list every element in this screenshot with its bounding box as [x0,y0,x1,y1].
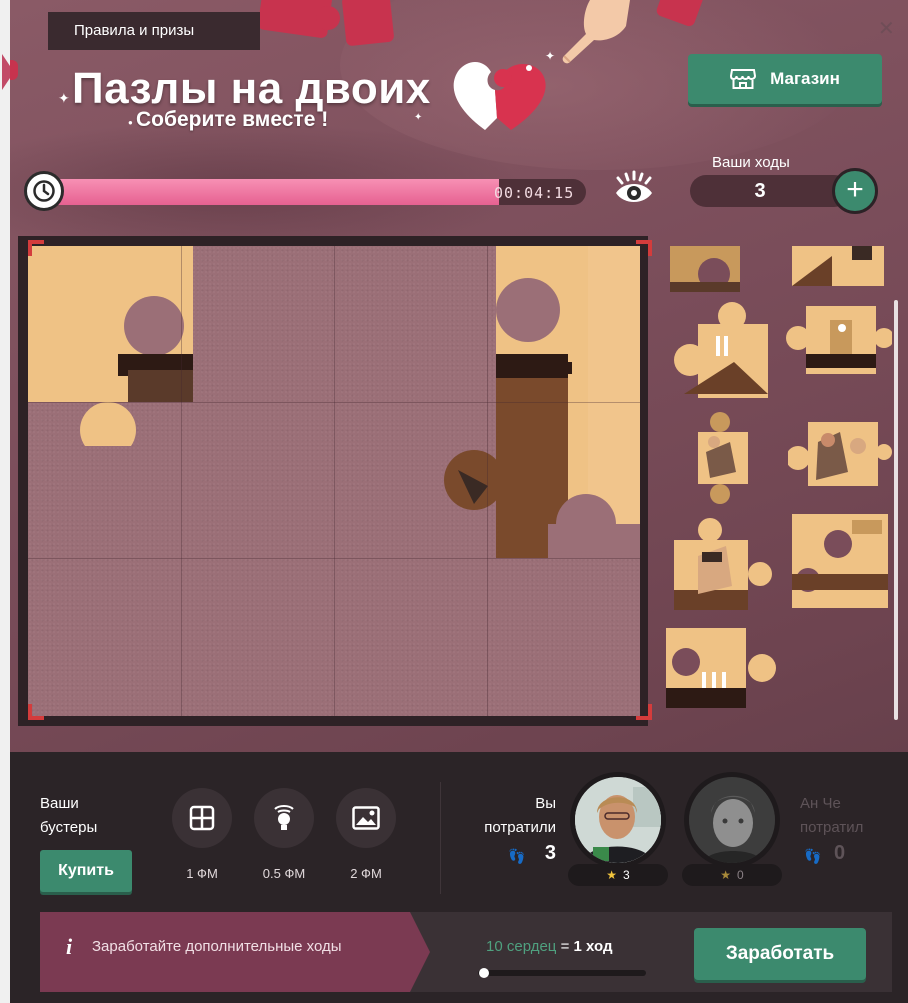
preview-eye-button[interactable] [610,167,658,211]
lightbulb-icon [274,805,294,830]
shop-button-label: Магазин [770,69,840,88]
placed-piece-top-right [444,246,640,558]
eye-icon [616,170,652,202]
hearts-progress-marker [479,968,489,978]
booster-picture-button[interactable] [336,788,396,848]
rules-and-prizes-tab[interactable]: Правила и призы [48,12,260,50]
placed-piece-top-left [28,246,193,446]
tray-piece[interactable] [786,306,892,386]
board-corner-marker [28,704,44,720]
hearts-rate-prefix: 10 сердец [486,938,557,955]
booster-grid-button[interactable] [172,788,232,848]
footprints-icon: 👣 [804,848,822,864]
picture-icon [352,806,380,830]
decor-puzzle-piece [341,0,395,47]
svg-text:✦: ✦ [545,49,555,63]
moves-label: Ваши ходы [712,154,790,171]
booster-hint-price: 0.5 ФМ [262,866,306,881]
player-stars-partner-value: 0 [737,868,744,882]
timer-progress-fill [40,179,499,205]
shop-store-icon [730,69,757,89]
grid-icon [189,805,215,831]
left-edge [0,0,10,1003]
panel-divider [440,782,441,894]
timer-text: 00:04:15 [494,184,575,202]
player-avatar-you[interactable] [570,772,666,868]
grid-line [28,402,640,403]
plus-icon: + [846,173,864,206]
grid-line [181,246,182,716]
sparkle-icon: ● [128,118,133,127]
decor-puzzle-piece [10,60,18,80]
game-subtitle: Соберите вместе ! [136,108,329,131]
earn-moves-text: Заработайте дополнительные ходы [92,938,342,955]
star-icon: ★ [606,868,618,882]
booster-hint-button[interactable] [254,788,314,848]
hearts-rate-suffix: 1 ход [573,938,613,955]
heart-puzzle-logo: ✦ [453,49,555,130]
partner-spent-count: 0 [834,842,846,864]
star-icon: ★ [720,868,732,882]
buy-boosters-button[interactable]: Купить [40,850,132,892]
add-moves-button[interactable]: + [832,168,878,214]
you-spent-label: Вы потратили [484,795,556,836]
player-stars-partner: ★ 0 [682,864,782,886]
tray-piece[interactable] [670,246,750,292]
tray-piece[interactable] [788,422,892,492]
puzzle-board[interactable] [28,246,640,716]
piece-tray[interactable] [656,246,892,726]
pointing-hand-illustration [562,0,630,64]
sparkle-icon: ✦ [58,90,70,106]
boosters-label: Ваши бустеры [40,795,98,836]
player-stars-you-value: 3 [623,868,630,882]
tray-piece[interactable] [668,516,772,614]
hearts-rate-equals: = [560,938,570,955]
tray-piece[interactable] [792,246,892,292]
hearts-rate: 10 сердец = 1 ход [486,938,612,955]
grid-line [28,558,640,559]
game-title: Пазлы на двоих [72,64,431,113]
board-corner-marker [28,240,44,256]
grid-line [487,246,488,716]
you-spent-count: 3 [544,842,556,864]
app-window: Правила и призы ✦ ✦ ● Пазлы на двоих Соб… [0,0,908,1003]
decor-puzzle-knob [316,6,340,30]
tray-scrollbar[interactable] [894,300,898,720]
tray-piece[interactable] [690,412,756,504]
board-corner-marker [636,704,652,720]
board-corner-marker [636,240,652,256]
moves-counter-value: 3 [754,180,766,202]
booster-picture-price: 2 ФМ [350,866,382,881]
tray-piece[interactable] [674,302,770,402]
close-icon[interactable]: ✕ [878,16,895,41]
partner-spent-label: Ан Че потратил [800,795,864,836]
booster-grid-price: 1 ФМ [186,866,218,881]
clock-icon [24,171,64,211]
info-icon: i [66,934,73,959]
hearts-progress-track [478,970,646,976]
tray-piece[interactable] [792,514,892,610]
shop-button[interactable]: Магазин [688,54,882,104]
grid-line [334,246,335,716]
earn-button[interactable]: Заработать [694,928,866,980]
player-avatar-partner[interactable] [684,772,780,868]
timer-bar: 00:04:15 [24,171,586,211]
tray-piece[interactable] [666,628,778,712]
player-stars-you: ★ 3 [568,864,668,886]
